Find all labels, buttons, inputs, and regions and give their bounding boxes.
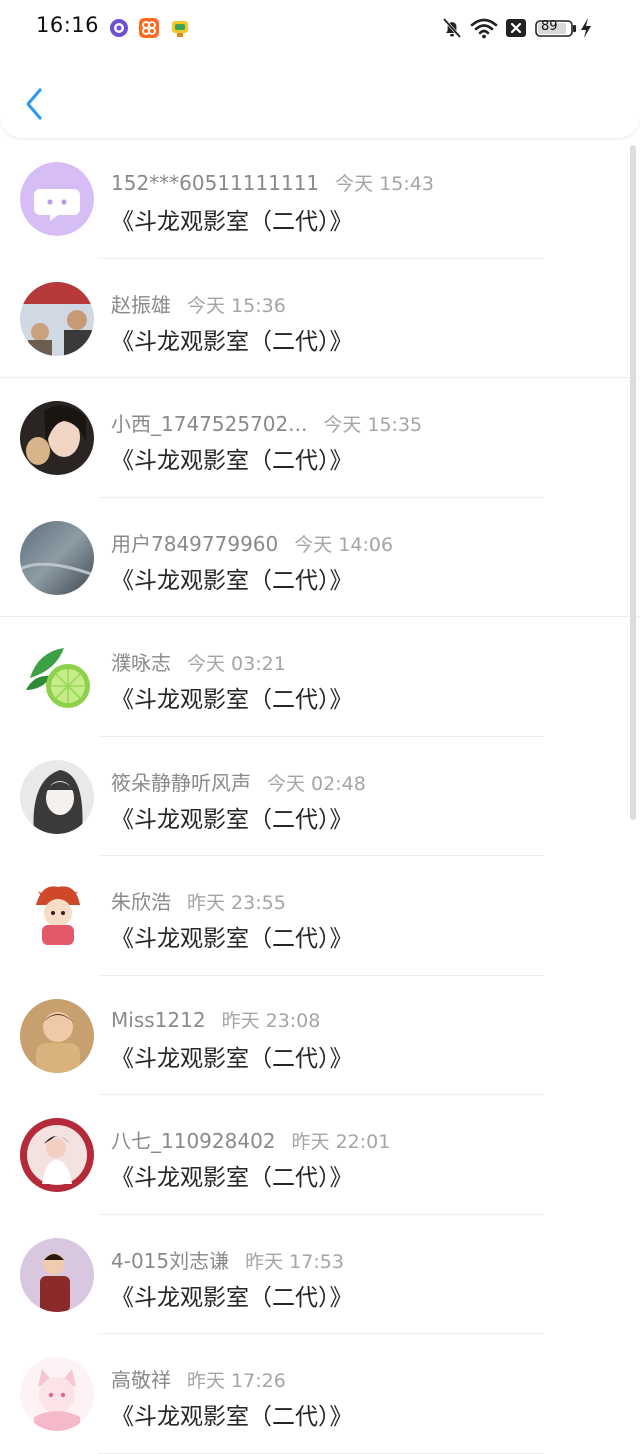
list-item[interactable]: 濮咏志 今天 03:21 《斗龙观影室（二代）》 xyxy=(0,617,640,737)
status-time: 16:16 xyxy=(36,13,100,37)
avatar xyxy=(20,1118,94,1192)
purple-circle-app-icon xyxy=(110,19,128,37)
sender-name: 朱欣浩 xyxy=(111,890,171,914)
timestamp: 昨天 17:53 xyxy=(245,1250,344,1273)
message-text: 《斗龙观影室（二代）》 xyxy=(111,328,353,355)
message-text: 《斗龙观影室（二代）》 xyxy=(111,1284,353,1311)
sender-name: 用户7849779960 xyxy=(111,531,279,556)
charging-bolt-icon xyxy=(581,18,591,38)
message-list: 152***60511111111 今天 15:43 《斗龙观影室（二代）》 赵振… xyxy=(0,139,640,1454)
timestamp: 今天 15:35 xyxy=(323,414,423,436)
timestamp: 昨天 23:55 xyxy=(187,892,286,914)
list-item[interactable]: 朱欣浩 昨天 23:55 《斗龙观影室（二代）》 xyxy=(0,856,640,976)
scrollbar[interactable] xyxy=(630,145,636,820)
avatar xyxy=(20,281,94,356)
sender-meta: 八七_110928402 昨天 22:01 xyxy=(111,1125,390,1154)
status-bar: 16:16 89 xyxy=(0,0,640,56)
message-text: 《斗龙观影室（二代）》 xyxy=(111,1165,353,1191)
sender-name: 4-015刘志谦 xyxy=(111,1248,230,1273)
message-text: 《斗龙观影室（二代）》 xyxy=(111,687,353,713)
message-text: 《斗龙观影室（二代）》 xyxy=(111,1045,353,1072)
orange-app-icon xyxy=(139,18,159,38)
sender-name: 筱朵静静听风声 xyxy=(111,770,251,795)
sender-meta: 濮咏志 今天 03:21 xyxy=(111,647,286,676)
sender-name: 高敬祥 xyxy=(111,1368,171,1392)
sender-name: 濮咏志 xyxy=(111,651,171,675)
message-text: 《斗龙观影室（二代）》 xyxy=(111,567,353,594)
sender-meta: 4-015刘志谦 昨天 17:53 xyxy=(111,1245,344,1274)
timestamp: 昨天 23:08 xyxy=(221,1009,321,1032)
sender-name: 赵振雄 xyxy=(111,292,171,317)
message-text: 《斗龙观影室（二代）》 xyxy=(111,209,353,235)
timestamp: 今天 15:43 xyxy=(335,173,434,195)
close-box-icon xyxy=(506,19,526,37)
timestamp: 昨天 22:01 xyxy=(291,1131,391,1153)
sender-meta: 小西_1747525702... 今天 15:35 xyxy=(111,408,422,437)
sender-meta: 赵振雄 今天 15:36 xyxy=(111,289,286,318)
sender-name: Miss1212 xyxy=(111,1007,206,1032)
list-item[interactable]: 152***60511111111 今天 15:43 《斗龙观影室（二代）》 xyxy=(0,139,640,259)
sender-meta: Miss1212 昨天 23:08 xyxy=(111,1006,320,1033)
avatar xyxy=(20,759,94,834)
timestamp: 今天 15:36 xyxy=(187,294,286,317)
sender-meta: 朱欣浩 昨天 23:55 xyxy=(111,886,286,915)
list-item[interactable]: Miss1212 昨天 23:08 《斗龙观影室（二代）》 xyxy=(0,976,640,1095)
avatar xyxy=(20,998,94,1073)
list-item[interactable]: 筱朵静静听风声 今天 02:48 《斗龙观影室（二代）》 xyxy=(0,737,640,856)
avatar xyxy=(20,520,94,595)
divider xyxy=(98,1452,544,1454)
avatar xyxy=(20,879,94,953)
sender-meta: 高敬祥 昨天 17:26 xyxy=(111,1364,286,1393)
timestamp: 今天 14:06 xyxy=(294,533,394,556)
timestamp: 今天 03:21 xyxy=(187,653,286,675)
battery-level: 89 xyxy=(541,19,558,34)
message-text: 《斗龙观影室（二代）》 xyxy=(111,1404,353,1430)
list-item[interactable]: 用户7849779960 今天 14:06 《斗龙观影室（二代）》 xyxy=(0,498,640,617)
sender-name: 八七_110928402 xyxy=(111,1129,276,1153)
back-button[interactable] xyxy=(20,86,50,122)
message-text: 《斗龙观影室（二代）》 xyxy=(111,806,353,833)
list-item[interactable]: 小西_1747525702... 今天 15:35 《斗龙观影室（二代）》 xyxy=(0,378,640,498)
avatar xyxy=(20,401,94,475)
top-header: 16:16 89 xyxy=(0,0,640,138)
message-text: 《斗龙观影室（二代）》 xyxy=(111,926,353,952)
message-text: 《斗龙观影室（二代）》 xyxy=(111,448,353,474)
avatar xyxy=(20,162,94,236)
avatar xyxy=(20,640,94,714)
sender-name: 152***60511111111 xyxy=(111,171,320,195)
list-item[interactable]: 高敬祥 昨天 17:26 《斗龙观影室（二代）》 xyxy=(0,1334,640,1454)
sender-name: 小西_1747525702... xyxy=(111,412,308,436)
list-item[interactable]: 4-015刘志谦 昨天 17:53 《斗龙观影室（二代）》 xyxy=(0,1215,640,1334)
avatar xyxy=(20,1237,94,1312)
timestamp: 昨天 17:26 xyxy=(187,1370,286,1392)
sender-meta: 用户7849779960 今天 14:06 xyxy=(111,528,393,557)
list-item[interactable]: 赵振雄 今天 15:36 《斗龙观影室（二代）》 xyxy=(0,259,640,378)
list-item[interactable]: 八七_110928402 昨天 22:01 《斗龙观影室（二代）》 xyxy=(0,1095,640,1215)
timestamp: 今天 02:48 xyxy=(267,772,366,795)
trophy-app-icon xyxy=(172,21,188,37)
avatar xyxy=(20,1357,94,1431)
wifi-icon xyxy=(470,18,498,39)
sender-meta: 152***60511111111 今天 15:43 xyxy=(111,169,434,196)
mute-bell-icon xyxy=(442,18,462,38)
sender-meta: 筱朵静静听风声 今天 02:48 xyxy=(111,767,366,796)
